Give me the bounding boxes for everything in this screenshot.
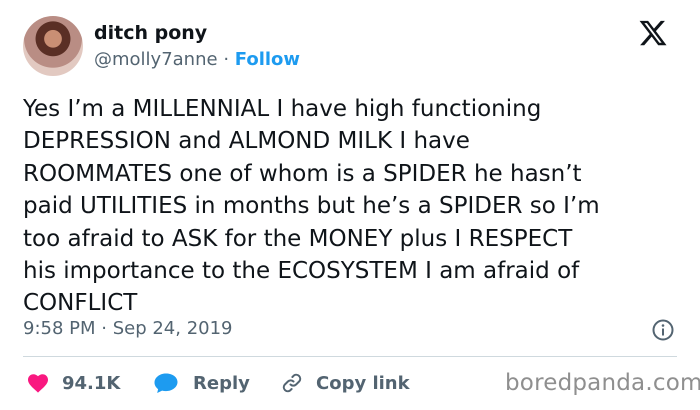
copy-link-button[interactable]: Copy link — [280, 369, 410, 397]
x-logo-icon[interactable] — [638, 18, 668, 48]
tweet-text-line: ROOMMATES one of whom is a SPIDER he has… — [23, 160, 582, 187]
watermark: boredpanda.com — [505, 370, 700, 396]
like-count: 94.1K — [62, 372, 121, 394]
tweet-text-line: too afraid to ASK for the MONEY plus I R… — [23, 225, 573, 252]
reply-label: Reply — [193, 372, 250, 394]
tweet-text-line: Yes I’m a MILLENNIAL I have high functio… — [23, 96, 542, 122]
handle-row: @molly7anne · Follow — [94, 49, 300, 70]
copy-link-label: Copy link — [316, 372, 410, 394]
tweet-text-line: DEPRESSION and ALMOND MILK I have — [23, 128, 470, 155]
timestamp[interactable]: 9:58 PM · Sep 24, 2019 — [23, 318, 233, 339]
avatar[interactable] — [23, 16, 83, 76]
tweet-text-line: his importance to the ECOSYSTEM I am afr… — [23, 258, 580, 285]
divider — [23, 356, 677, 357]
tweet-text-line: CONFLICT — [23, 290, 138, 317]
follow-button[interactable]: Follow — [235, 49, 300, 70]
separator-dot: · — [223, 49, 230, 70]
handle[interactable]: @molly7anne — [94, 49, 218, 70]
display-name[interactable]: ditch pony — [94, 22, 207, 44]
heart-icon — [28, 374, 48, 393]
like-button[interactable]: 94.1K — [26, 369, 120, 397]
link-icon — [282, 373, 302, 393]
tweet-text-line: paid UTILITIES in months but he’s a SPID… — [23, 193, 600, 220]
tweet-text: Yes I’m a MILLENNIAL I have high functio… — [23, 93, 678, 320]
speech-bubble-icon — [154, 373, 178, 393]
info-icon[interactable] — [651, 318, 675, 342]
reply-button[interactable]: Reply — [153, 369, 250, 397]
